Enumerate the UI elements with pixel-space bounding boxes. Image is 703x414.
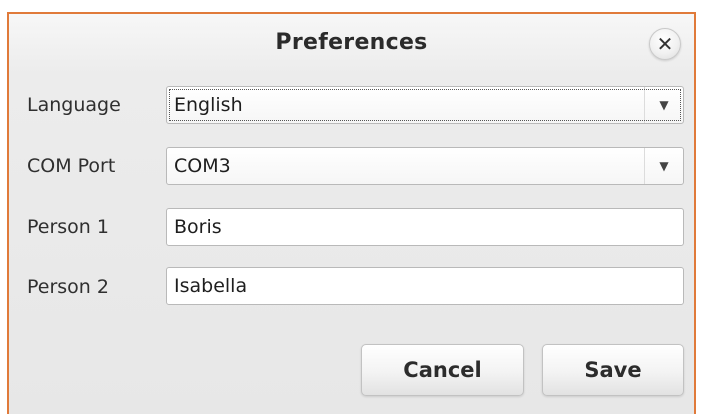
close-icon: ✕ bbox=[656, 32, 674, 56]
chevron-down-icon[interactable]: ▼ bbox=[644, 148, 683, 184]
person1-value: Boris bbox=[174, 216, 222, 238]
person1-label: Person 1 bbox=[27, 216, 109, 238]
preferences-dialog: Preferences ✕ Language English ▼ COM Por… bbox=[7, 12, 696, 414]
language-label: Language bbox=[27, 94, 121, 116]
language-select[interactable]: English ▼ bbox=[166, 86, 684, 124]
save-button[interactable]: Save bbox=[542, 344, 684, 396]
person2-input[interactable]: Isabella bbox=[166, 267, 684, 305]
person1-input[interactable]: Boris bbox=[166, 208, 684, 246]
com-port-label: COM Port bbox=[27, 155, 116, 177]
com-port-select[interactable]: COM3 ▼ bbox=[166, 147, 684, 185]
cancel-button[interactable]: Cancel bbox=[361, 344, 524, 396]
person2-label: Person 2 bbox=[27, 276, 109, 298]
com-port-value: COM3 bbox=[174, 155, 231, 177]
close-button[interactable]: ✕ bbox=[649, 28, 681, 60]
person2-value: Isabella bbox=[174, 275, 248, 297]
language-value: English bbox=[174, 94, 243, 116]
chevron-down-icon[interactable]: ▼ bbox=[644, 87, 683, 123]
dialog-title: Preferences bbox=[275, 30, 428, 55]
